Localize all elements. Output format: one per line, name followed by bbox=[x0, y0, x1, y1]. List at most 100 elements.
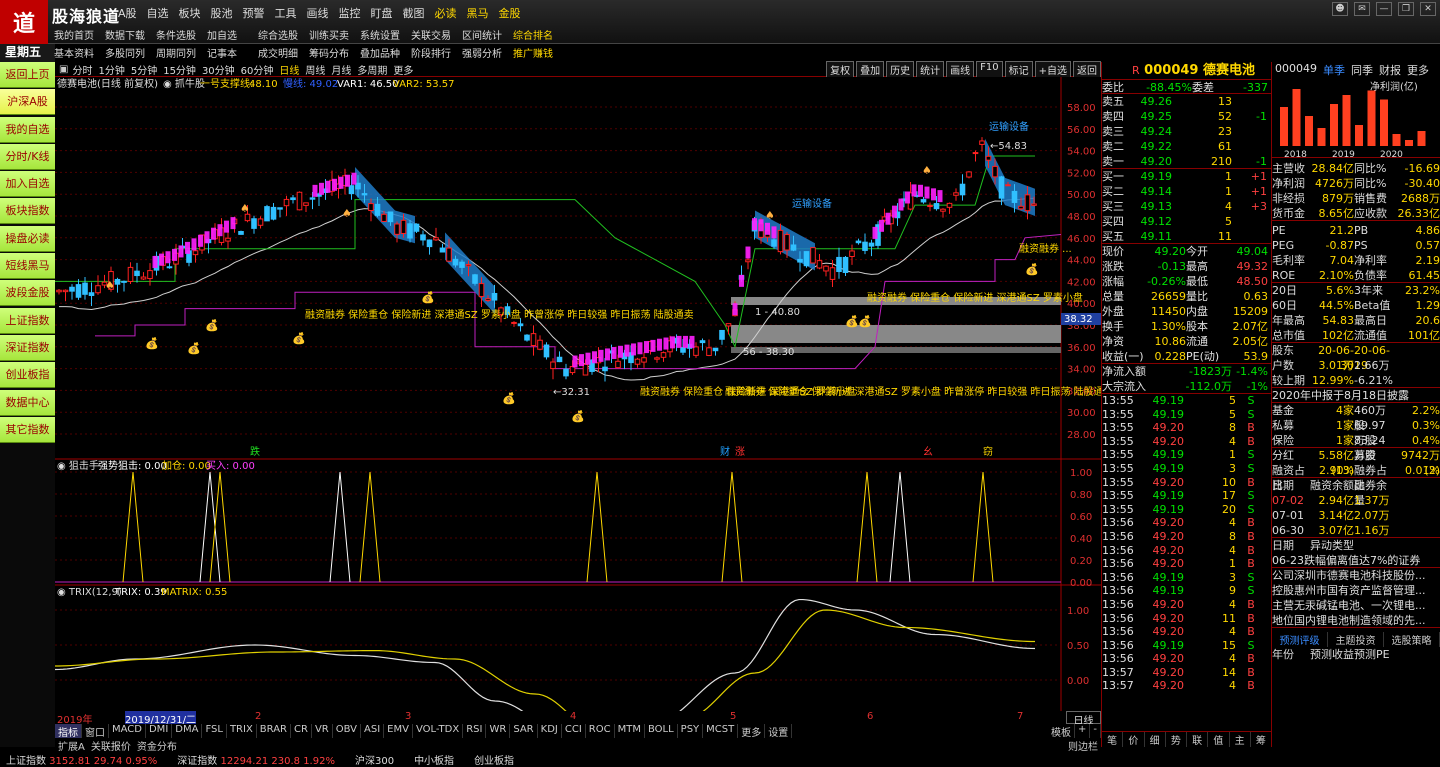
indicator-tab-13[interactable]: VOL-TDX bbox=[413, 724, 464, 738]
quote-tab-0[interactable]: 笔 bbox=[1102, 732, 1124, 747]
indicator-tab-6[interactable]: TRIX bbox=[227, 724, 257, 738]
chart-btn-6[interactable]: 标记 bbox=[1004, 60, 1033, 78]
quote-tab-6[interactable]: 主 bbox=[1230, 732, 1251, 747]
indicator-tab-25[interactable]: 设置 bbox=[765, 724, 793, 739]
period-tab-7[interactable]: 周线 bbox=[305, 62, 325, 77]
period-tab-3[interactable]: 15分钟 bbox=[163, 62, 196, 77]
toolbar-item-4[interactable]: 综合选股 bbox=[258, 27, 309, 42]
toolbar2-item-8[interactable]: 强弱分析 bbox=[462, 45, 513, 60]
toolbar2-item-2[interactable]: 周期同列 bbox=[156, 45, 207, 60]
extra-tab-0[interactable]: 扩展A bbox=[55, 738, 88, 753]
fin-btab-2[interactable]: 选股策略 bbox=[1384, 632, 1440, 647]
period-tab-6[interactable]: 日线 bbox=[279, 62, 299, 77]
period-tab-0[interactable]: 分时 bbox=[72, 62, 92, 77]
toolbar-item-8[interactable]: 区间统计 bbox=[462, 27, 513, 42]
chart-btn-8[interactable]: 返回 bbox=[1073, 60, 1101, 78]
fin-btab-0[interactable]: 预测评级 bbox=[1272, 632, 1328, 647]
quote-tab-3[interactable]: 势 bbox=[1166, 732, 1187, 747]
left-nav-7[interactable]: 短线黑马 bbox=[0, 253, 55, 280]
fin-btab-1[interactable]: 主题投资 bbox=[1328, 632, 1384, 647]
sidebar-toggle[interactable]: 则边栏 bbox=[1065, 738, 1101, 753]
menu-item-6[interactable]: 画线 bbox=[307, 5, 329, 21]
left-nav-13[interactable]: 其它指数 bbox=[0, 416, 55, 443]
left-nav-6[interactable]: 操盘必读 bbox=[0, 225, 55, 252]
indicator-tab-19[interactable]: ROC bbox=[586, 724, 615, 738]
left-nav-9[interactable]: 上证指数 bbox=[0, 307, 55, 334]
status-index-0[interactable]: 上证指数 3152.81 29.74 0.95% bbox=[6, 752, 157, 767]
chart-btn-7[interactable]: +自选 bbox=[1034, 60, 1071, 78]
skin-icon[interactable]: ☻ bbox=[1332, 2, 1348, 16]
restore-icon[interactable]: ❐ bbox=[1398, 2, 1414, 16]
fin-tab-3[interactable]: 更多 bbox=[1407, 62, 1429, 78]
toolbar-item-5[interactable]: 训练买卖 bbox=[309, 27, 360, 42]
left-nav-12[interactable]: 数据中心 bbox=[0, 389, 55, 416]
toolbar2-item-5[interactable]: 筹码分布 bbox=[309, 45, 360, 60]
indicator-tab-5[interactable]: FSL bbox=[202, 724, 227, 738]
quote-tab-4[interactable]: 联 bbox=[1187, 732, 1209, 747]
period-tab-10[interactable]: 更多 bbox=[393, 62, 413, 77]
indicator-tab-9[interactable]: VR bbox=[312, 724, 333, 738]
menu-item-9[interactable]: 截图 bbox=[403, 5, 425, 21]
wechat-icon[interactable]: ✉ bbox=[1354, 2, 1370, 16]
left-nav-1[interactable]: 沪深A股 bbox=[0, 89, 55, 116]
indicator-tab-16[interactable]: SAR bbox=[510, 724, 538, 738]
menu-item-7[interactable]: 监控 bbox=[339, 5, 361, 21]
toolbar2-item-0[interactable]: 基本资料 bbox=[54, 45, 105, 60]
toolbar2-item-1[interactable]: 多股同列 bbox=[105, 45, 156, 60]
toolbar2-item-4[interactable]: 成交明细 bbox=[258, 45, 309, 60]
left-nav-2[interactable]: 我的自选 bbox=[0, 116, 55, 143]
indicator-tab-12[interactable]: EMV bbox=[384, 724, 413, 738]
period-tab-5[interactable]: 60分钟 bbox=[241, 62, 274, 77]
extra-tab-2[interactable]: 资金分布 bbox=[134, 738, 180, 753]
template-btn-1[interactable]: + bbox=[1075, 724, 1091, 738]
menu-item-10[interactable]: 必读 bbox=[435, 5, 457, 21]
indicator-tab-4[interactable]: DMA bbox=[172, 724, 203, 738]
menu-item-1[interactable]: 自选 bbox=[147, 5, 169, 21]
toolbar-item-6[interactable]: 系统设置 bbox=[360, 27, 411, 42]
toolbar-item-3[interactable]: 加自选 bbox=[207, 27, 258, 42]
toolbar-item-0[interactable]: 我的首页 bbox=[54, 27, 105, 42]
status-index-3[interactable]: 中小板指 bbox=[414, 752, 454, 767]
toolbar-item-9[interactable]: 综合排名 bbox=[513, 27, 564, 42]
minimize-icon[interactable]: — bbox=[1376, 2, 1392, 16]
chart-btn-0[interactable]: 复权 bbox=[826, 60, 855, 78]
period-tab-8[interactable]: 月线 bbox=[331, 62, 351, 77]
indicator-tab-7[interactable]: BRAR bbox=[257, 724, 291, 738]
quote-tab-2[interactable]: 细 bbox=[1145, 732, 1166, 747]
chart-btn-2[interactable]: 历史 bbox=[886, 60, 915, 78]
fin-tab-0[interactable]: 单季 bbox=[1323, 62, 1345, 78]
left-nav-8[interactable]: 波段金股 bbox=[0, 280, 55, 307]
left-nav-11[interactable]: 创业板指 bbox=[0, 362, 55, 389]
indicator-tab-2[interactable]: MACD bbox=[109, 724, 146, 738]
indicator-tab-3[interactable]: DMI bbox=[146, 724, 173, 738]
left-nav-4[interactable]: 加入自选 bbox=[0, 171, 55, 198]
chart-menu-icon[interactable]: ▣ bbox=[59, 64, 68, 75]
indicator-tab-20[interactable]: MTM bbox=[615, 724, 645, 738]
toolbar2-item-3[interactable]: 记事本 bbox=[207, 45, 258, 60]
indicator-tab-1[interactable]: 窗口 bbox=[82, 724, 109, 739]
menu-item-5[interactable]: 工具 bbox=[275, 5, 297, 21]
menu-item-2[interactable]: 板块 bbox=[179, 5, 201, 21]
toolbar2-item-6[interactable]: 叠加品种 bbox=[360, 45, 411, 60]
period-tab-9[interactable]: 多周期 bbox=[357, 62, 387, 77]
extra-tab-1[interactable]: 关联报价 bbox=[88, 738, 134, 753]
left-nav-10[interactable]: 深证指数 bbox=[0, 334, 55, 361]
toolbar2-item-7[interactable]: 阶段排行 bbox=[411, 45, 462, 60]
close-icon[interactable]: ✕ bbox=[1420, 2, 1436, 16]
indicator-tab-23[interactable]: MCST bbox=[703, 724, 739, 738]
status-index-2[interactable]: 沪深300 bbox=[355, 752, 394, 767]
template-btn-0[interactable]: 模板 bbox=[1048, 724, 1075, 739]
status-index-1[interactable]: 深证指数 12294.21 230.8 1.92% bbox=[177, 752, 335, 767]
indicator-tab-14[interactable]: RSI bbox=[463, 724, 487, 738]
indicator-tab-17[interactable]: KDJ bbox=[538, 724, 562, 738]
fin-tab-2[interactable]: 财报 bbox=[1379, 62, 1401, 78]
chart-btn-3[interactable]: 统计 bbox=[916, 60, 945, 78]
menu-item-0[interactable]: A股 bbox=[118, 5, 137, 21]
toolbar2-item-9[interactable]: 推广赚钱 bbox=[513, 45, 564, 60]
period-tab-2[interactable]: 5分钟 bbox=[131, 62, 157, 77]
chart-area[interactable]: 58.0056.0054.0052.0050.0048.0046.0044.00… bbox=[55, 77, 1101, 711]
menu-item-11[interactable]: 黑马 bbox=[467, 5, 489, 21]
indicator-tab-15[interactable]: WR bbox=[486, 724, 511, 738]
period-tab-1[interactable]: 1分钟 bbox=[98, 62, 124, 77]
toolbar-item-2[interactable]: 条件选股 bbox=[156, 27, 207, 42]
